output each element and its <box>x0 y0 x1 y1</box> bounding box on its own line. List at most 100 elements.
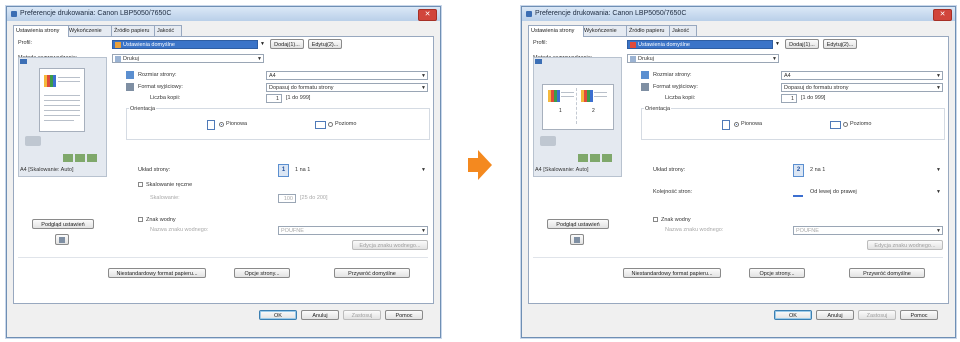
view-settings-button[interactable]: Podgląd ustawień <box>32 219 94 229</box>
watermark-label: Znak wodny <box>661 217 691 223</box>
help-button[interactable]: Pomoc <box>900 310 938 320</box>
landscape-radio[interactable] <box>843 122 848 127</box>
finishing-icon <box>87 154 97 162</box>
chevron-down-icon: ▼ <box>936 167 941 173</box>
ok-button[interactable]: OK <box>259 310 297 320</box>
tab-finishing[interactable]: Wykończenie <box>581 25 629 36</box>
layout-icon: 1 <box>278 164 289 177</box>
chevron-down-icon[interactable]: ▼ <box>775 41 780 47</box>
preview-toggle-icon[interactable] <box>20 59 27 64</box>
cancel-button[interactable]: Anuluj <box>301 310 339 320</box>
apply-button[interactable]: Zastosuj <box>343 310 381 320</box>
tab-finishing[interactable]: Wykończenie <box>66 25 114 36</box>
manual-scaling-label: Skalowanie ręczne <box>146 182 193 188</box>
page-order-value: Od lewej do prawej <box>810 189 857 195</box>
page-options-button[interactable]: Opcje strony... <box>749 268 805 278</box>
layout-label: Układ strony: <box>653 167 686 173</box>
chevron-down-icon: ▼ <box>772 56 777 62</box>
close-button[interactable]: ✕ <box>418 9 437 21</box>
restore-defaults-button[interactable]: Przywróć domyślne <box>849 268 925 278</box>
tab-page-setup[interactable]: Ustawienia strony <box>528 25 584 37</box>
apply-button[interactable]: Zastosuj <box>858 310 896 320</box>
watermark-select[interactable]: POUFNE ▼ <box>793 226 943 235</box>
ok-button[interactable]: OK <box>774 310 812 320</box>
chevron-down-icon: ▼ <box>421 228 426 234</box>
printer-icon <box>540 136 556 146</box>
landscape-radio[interactable] <box>328 122 333 127</box>
edit-profile-button[interactable]: Edytuj(2)... <box>308 39 342 49</box>
landscape-label: Poziomo <box>335 121 357 127</box>
page-preview: 1 2 A4 [Skalowanie: Auto] <box>533 57 622 177</box>
preview-toggle-icon[interactable] <box>535 59 542 64</box>
output-method-select[interactable]: Drukuj ▼ <box>627 54 779 63</box>
output-size-label: Format wyjściowy: <box>138 84 183 90</box>
profile-select[interactable]: Ustawienia domyślne <box>112 40 258 49</box>
portrait-icon <box>207 120 215 130</box>
preview-page-1: 1 <box>546 88 577 124</box>
profile-value: Ustawienia domyślne <box>638 42 690 48</box>
window-title: Preferencje drukowania: Canon LBP5050/76… <box>535 10 687 17</box>
add-profile-button[interactable]: Dodaj(1)... <box>785 39 819 49</box>
manual-scaling-checkbox[interactable] <box>138 182 143 187</box>
output-size-select[interactable]: Dopasuj do formatu strony ▼ <box>781 83 943 92</box>
page-size-select[interactable]: A4 ▼ <box>266 71 428 80</box>
finishing-icon <box>578 154 588 162</box>
edit-profile-button[interactable]: Edytuj(2)... <box>823 39 857 49</box>
layout-select[interactable]: 2 na 1 ▼ <box>807 165 943 174</box>
restore-defaults-button[interactable]: Przywróć domyślne <box>334 268 410 278</box>
tab-quality[interactable]: Jakość <box>669 25 697 36</box>
output-size-value: Dopasuj do formatu strony <box>784 85 849 91</box>
copies-value: 1 <box>790 96 794 102</box>
portrait-radio[interactable] <box>219 122 224 127</box>
close-button[interactable]: ✕ <box>933 9 952 21</box>
edit-watermark-button[interactable]: Edycja znaku wodnego... <box>352 240 428 250</box>
layout-select[interactable]: 1 na 1 ▼ <box>292 165 428 174</box>
page-order-select[interactable]: Od lewej do prawej ▼ <box>807 187 943 196</box>
chevron-down-icon: ▼ <box>936 228 941 234</box>
watermark-checkbox[interactable] <box>653 217 658 222</box>
scaling-range: [25 do 200] <box>300 195 328 201</box>
copies-range: [1 do 999] <box>286 95 311 101</box>
scaling-stepper[interactable]: 100 <box>278 194 296 203</box>
page-setup-panel: Profil: Ustawienia domyślne ▼ Dodaj(1)..… <box>528 36 949 304</box>
page-number: 1 <box>559 108 562 114</box>
print-icon <box>115 55 121 62</box>
layout-preview-button[interactable] <box>55 234 69 245</box>
profile-select[interactable]: Ustawienia domyślne <box>627 40 773 49</box>
copies-stepper[interactable]: 1 <box>266 94 282 103</box>
output-size-select[interactable]: Dopasuj do formatu strony ▼ <box>266 83 428 92</box>
custom-paper-size-button[interactable]: Niestandardowy format papieru... <box>623 268 721 278</box>
tab-quality[interactable]: Jakość <box>154 25 182 36</box>
layout-icon: 2 <box>793 164 804 177</box>
custom-paper-size-button[interactable]: Niestandardowy format papieru... <box>108 268 206 278</box>
edit-watermark-button[interactable]: Edycja znaku wodnego... <box>867 240 943 250</box>
chevron-down-icon: ▼ <box>936 189 941 195</box>
view-settings-button[interactable]: Podgląd ustawień <box>547 219 609 229</box>
cancel-button[interactable]: Anuluj <box>816 310 854 320</box>
output-method-value: Drukuj <box>123 56 139 62</box>
copies-stepper[interactable]: 1 <box>781 94 797 103</box>
tab-paper-source[interactable]: Źródło papieru <box>111 25 157 36</box>
finishing-icon <box>63 154 73 162</box>
preview-sheet: 1 2 <box>542 84 614 130</box>
printer-app-icon <box>11 11 17 17</box>
chevron-down-icon: ▼ <box>421 73 426 79</box>
add-profile-button[interactable]: Dodaj(1)... <box>270 39 304 49</box>
page-options-button[interactable]: Opcje strony... <box>234 268 290 278</box>
page-size-select[interactable]: A4 ▼ <box>781 71 943 80</box>
watermark-select[interactable]: POUFNE ▼ <box>278 226 428 235</box>
chevron-down-icon[interactable]: ▼ <box>260 41 265 47</box>
page-size-icon <box>126 71 134 79</box>
chevron-down-icon: ▼ <box>421 85 426 91</box>
tab-paper-source[interactable]: Źródło papieru <box>626 25 672 36</box>
help-button[interactable]: Pomoc <box>385 310 423 320</box>
portrait-radio[interactable] <box>734 122 739 127</box>
preview-sheet <box>39 68 85 132</box>
tab-page-setup[interactable]: Ustawienia strony <box>13 25 69 37</box>
output-method-select[interactable]: Drukuj ▼ <box>112 54 264 63</box>
layout-preview-button[interactable] <box>570 234 584 245</box>
output-size-icon <box>641 83 649 91</box>
watermark-label: Znak wodny <box>146 217 176 223</box>
layout-preview-icon <box>574 237 580 243</box>
watermark-checkbox[interactable] <box>138 217 143 222</box>
